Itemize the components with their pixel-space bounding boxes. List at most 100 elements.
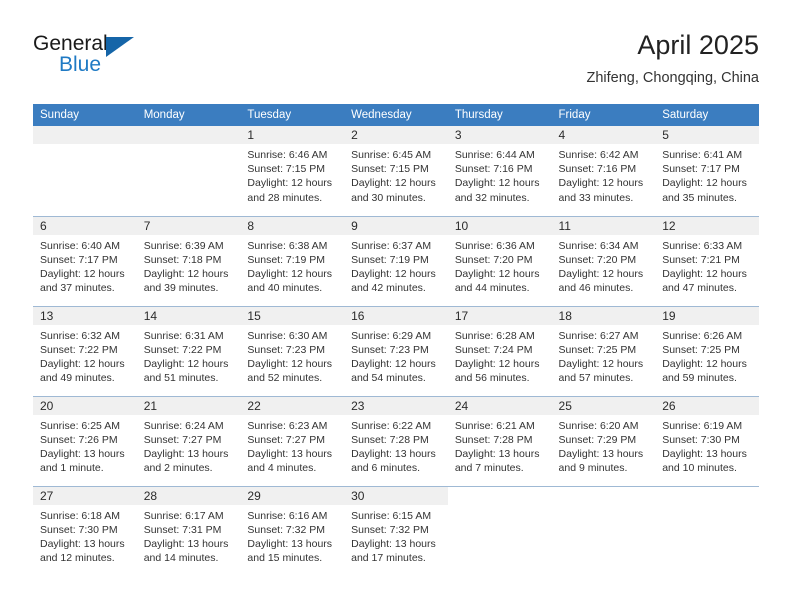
calendar-day-cell[interactable]: 7 Sunrise: 6:39 AM Sunset: 7:18 PM Daylight… xyxy=(136,215,241,306)
calendar-day-cell[interactable]: 1 Sunrise: 6:46 AM Sunset: 7:15 PM Daylight… xyxy=(240,126,345,216)
calendar-header-row: Sunday Monday Tuesday Wednesday Thursday Frid… xyxy=(33,104,759,126)
day-number: 4 xyxy=(551,126,656,144)
calendar-day-cell[interactable]: 18 Sunrise: 6:27 AM Sunset: 7:25 PM Dayligh… xyxy=(551,305,656,396)
calendar-day-cell[interactable]: 6 Sunrise: 6:40 AM Sunset: 7:17 PM Daylight… xyxy=(33,215,137,306)
sunrise-text: Sunrise: 6:29 AM xyxy=(351,329,432,342)
sunset-text: Sunset: 7:27 PM xyxy=(247,433,326,446)
calendar-day-cell[interactable]: 14 Sunrise: 6:31 AM Sunset: 7:22 PM Dayligh… xyxy=(136,305,241,396)
calendar-day-cell[interactable]: 5 Sunrise: 6:41 AM Sunset: 7:17 PM Daylight… xyxy=(655,126,759,216)
calendar-cell-empty xyxy=(551,485,656,576)
calendar-day-cell[interactable]: 4 Sunrise: 6:42 AM Sunset: 7:16 PM Daylight… xyxy=(551,126,656,216)
day-sun-info: Sunrise: 6:28 AM Sunset: 7:24 PM Daylight:… xyxy=(448,325,552,386)
day-sun-info: Sunrise: 6:26 AM Sunset: 7:25 PM Daylight:… xyxy=(655,325,759,386)
calendar-day-cell[interactable]: 26 Sunrise: 6:19 AM Sunset: 7:30 PM Dayligh… xyxy=(655,395,759,486)
daylight-text-line1: Daylight: 13 hours xyxy=(247,447,333,460)
calendar-day-cell[interactable]: 29 Sunrise: 6:16 AM Sunset: 7:32 PM Dayligh… xyxy=(240,485,345,576)
sunrise-text: Sunrise: 6:39 AM xyxy=(143,239,224,252)
sunrise-text: Sunrise: 6:20 AM xyxy=(558,419,639,432)
calendar-day-cell[interactable]: 30 Sunrise: 6:15 AM Sunset: 7:32 PM Dayligh… xyxy=(344,485,448,576)
daylight-text-line1: Daylight: 12 hours xyxy=(247,357,333,370)
calendar-day-cell[interactable]: 8 Sunrise: 6:38 AM Sunset: 7:19 PM Daylight… xyxy=(240,215,345,306)
calendar-day-cell[interactable]: 23 Sunrise: 6:22 AM Sunset: 7:28 PM Dayligh… xyxy=(344,395,448,486)
sunset-text: Sunset: 7:22 PM xyxy=(40,343,118,356)
sunset-text: Sunset: 7:23 PM xyxy=(351,343,429,356)
calendar-day-cell[interactable]: 27 Sunrise: 6:18 AM Sunset: 7:30 PM Dayligh… xyxy=(33,485,137,576)
daylight-text-line1: Daylight: 12 hours xyxy=(558,177,644,190)
calendar-day-cell[interactable]: 2 Sunrise: 6:45 AM Sunset: 7:15 PM Daylight… xyxy=(344,126,448,216)
day-sun-info: Sunrise: 6:23 AM Sunset: 7:27 PM Daylight:… xyxy=(240,415,344,476)
sunrise-text: Sunrise: 6:34 AM xyxy=(558,239,639,252)
daylight-text-line2: and 57 minutes. xyxy=(558,372,634,385)
day-sun-info: Sunrise: 6:40 AM Sunset: 7:17 PM Daylight:… xyxy=(33,235,137,296)
sunset-text: Sunset: 7:19 PM xyxy=(247,253,326,266)
calendar-day-cell[interactable]: 9 Sunrise: 6:37 AM Sunset: 7:19 PM Daylight… xyxy=(344,215,448,306)
page-title: April 2025 xyxy=(637,30,759,60)
sunset-text: Sunset: 7:32 PM xyxy=(247,523,326,536)
day-number: 6 xyxy=(33,216,137,235)
calendar-table: Sunday Monday Tuesday Wednesday Thursday Frid… xyxy=(33,104,759,576)
weekday-header-friday: Friday xyxy=(551,104,656,126)
day-sun-info: Sunrise: 6:21 AM Sunset: 7:28 PM Daylight:… xyxy=(448,415,552,476)
daylight-text-line1: Daylight: 13 hours xyxy=(351,537,436,550)
calendar-day-cell[interactable]: 3 Sunrise: 6:44 AM Sunset: 7:16 PM Daylight… xyxy=(447,126,552,216)
daylight-text-line1: Daylight: 12 hours xyxy=(662,177,747,190)
weekday-header-saturday: Saturday xyxy=(655,104,759,126)
day-number: 21 xyxy=(136,396,241,415)
calendar-day-cell[interactable]: 28 Sunrise: 6:17 AM Sunset: 7:31 PM Dayligh… xyxy=(136,485,241,576)
day-sun-info: Sunrise: 6:39 AM Sunset: 7:18 PM Daylight:… xyxy=(137,235,241,296)
calendar-day-cell[interactable]: 25 Sunrise: 6:20 AM Sunset: 7:29 PM Dayligh… xyxy=(551,395,656,486)
daylight-text-line2: and 4 minutes. xyxy=(247,462,317,475)
day-sun-info: Sunrise: 6:29 AM Sunset: 7:23 PM Daylight:… xyxy=(344,325,448,386)
sunrise-text: Sunrise: 6:23 AM xyxy=(247,419,328,432)
sunrise-text: Sunrise: 6:32 AM xyxy=(40,329,120,342)
sunset-text: Sunset: 7:23 PM xyxy=(247,343,326,356)
weekday-header-sunday: Sunday xyxy=(33,104,137,126)
sunrise-text: Sunrise: 6:21 AM xyxy=(454,419,535,432)
weekday-header-tuesday: Tuesday xyxy=(240,104,345,126)
sunset-text: Sunset: 7:28 PM xyxy=(351,433,429,446)
sunrise-text: Sunrise: 6:31 AM xyxy=(143,329,224,342)
sunset-text: Sunset: 7:28 PM xyxy=(454,433,533,446)
calendar-week-row: 27 Sunrise: 6:18 AM Sunset: 7:30 PM Dayligh… xyxy=(33,485,759,576)
calendar-day-cell[interactable]: 22 Sunrise: 6:23 AM Sunset: 7:27 PM Dayligh… xyxy=(240,395,345,486)
day-number: 3 xyxy=(447,126,552,144)
day-sun-info: Sunrise: 6:38 AM Sunset: 7:19 PM Daylight:… xyxy=(240,235,344,296)
calendar-day-cell[interactable]: 20 Sunrise: 6:25 AM Sunset: 7:26 PM Dayligh… xyxy=(33,395,137,486)
day-number: 19 xyxy=(655,306,759,325)
daylight-text-line2: and 28 minutes. xyxy=(247,191,323,204)
calendar-day-cell[interactable]: 17 Sunrise: 6:28 AM Sunset: 7:24 PM Dayligh… xyxy=(447,305,552,396)
daylight-text-line2: and 15 minutes. xyxy=(247,552,323,565)
day-number xyxy=(136,126,241,144)
calendar-day-cell[interactable]: 11 Sunrise: 6:34 AM Sunset: 7:20 PM Dayligh… xyxy=(551,215,656,306)
calendar-day-cell[interactable]: 24 Sunrise: 6:21 AM Sunset: 7:28 PM Dayligh… xyxy=(447,395,552,486)
daylight-text-line2: and 6 minutes. xyxy=(351,462,420,475)
daylight-text-line1: Daylight: 12 hours xyxy=(247,267,333,280)
day-sun-info: Sunrise: 6:20 AM Sunset: 7:29 PM Daylight:… xyxy=(552,415,656,476)
calendar-day-cell[interactable]: 15 Sunrise: 6:30 AM Sunset: 7:23 PM Dayligh… xyxy=(240,305,345,396)
day-number: 28 xyxy=(136,486,241,505)
calendar-day-cell[interactable]: 10 Sunrise: 6:36 AM Sunset: 7:20 PM Dayligh… xyxy=(447,215,552,306)
sunset-text: Sunset: 7:24 PM xyxy=(454,343,533,356)
calendar-day-cell[interactable]: 16 Sunrise: 6:29 AM Sunset: 7:23 PM Dayligh… xyxy=(344,305,448,396)
day-sun-info: Sunrise: 6:31 AM Sunset: 7:22 PM Daylight:… xyxy=(137,325,241,386)
day-sun-info: Sunrise: 6:45 AM Sunset: 7:15 PM Daylight:… xyxy=(344,144,448,205)
calendar-day-cell[interactable]: 21 Sunrise: 6:24 AM Sunset: 7:27 PM Dayligh… xyxy=(136,395,241,486)
day-number: 29 xyxy=(240,486,345,505)
calendar-day-cell[interactable]: 12 Sunrise: 6:33 AM Sunset: 7:21 PM Dayligh… xyxy=(655,215,759,306)
sunset-text: Sunset: 7:21 PM xyxy=(662,253,740,266)
sunrise-text: Sunrise: 6:15 AM xyxy=(351,509,432,522)
calendar-day-cell[interactable]: 19 Sunrise: 6:26 AM Sunset: 7:25 PM Dayligh… xyxy=(655,305,759,396)
daylight-text-line2: and 47 minutes. xyxy=(662,282,737,295)
calendar-cell-empty xyxy=(33,126,137,216)
calendar-day-cell[interactable]: 13 Sunrise: 6:32 AM Sunset: 7:22 PM Dayligh… xyxy=(33,305,137,396)
day-number: 22 xyxy=(240,396,345,415)
daylight-text-line1: Daylight: 13 hours xyxy=(247,537,333,550)
day-sun-info: Sunrise: 6:41 AM Sunset: 7:17 PM Daylight:… xyxy=(655,144,759,205)
calendar-week-row: 13 Sunrise: 6:32 AM Sunset: 7:22 PM Dayligh… xyxy=(33,305,759,396)
sunrise-text: Sunrise: 6:24 AM xyxy=(143,419,224,432)
day-sun-info: Sunrise: 6:36 AM Sunset: 7:20 PM Daylight:… xyxy=(448,235,552,296)
day-number: 9 xyxy=(344,216,448,235)
sunrise-text: Sunrise: 6:25 AM xyxy=(40,419,120,432)
logo-text-blue: Blue xyxy=(59,53,102,76)
daylight-text-line1: Daylight: 12 hours xyxy=(454,177,540,190)
